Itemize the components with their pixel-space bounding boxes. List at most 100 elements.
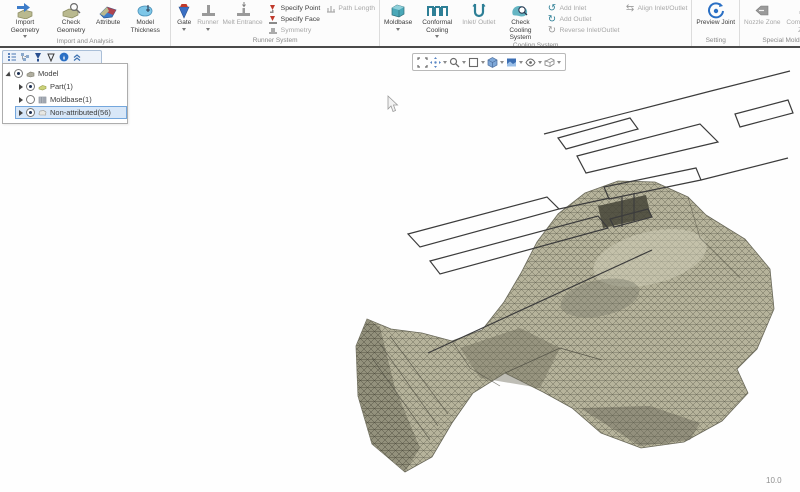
- dropdown-caret[interactable]: [500, 61, 504, 64]
- model-thickness-icon: [135, 2, 155, 19]
- viewport-toolbar: [412, 53, 566, 71]
- visibility-radio[interactable]: [26, 82, 35, 91]
- shading-mode-icon[interactable]: [487, 57, 504, 68]
- group-label-runner-system: Runner System: [171, 37, 379, 46]
- runner-button[interactable]: Runner: [195, 1, 220, 37]
- nozzle-zone-label: Nozzle Zone: [744, 19, 781, 27]
- import-geometry-label: Import Geometry: [4, 19, 46, 34]
- specify-face-icon: [268, 14, 279, 25]
- expander-icon[interactable]: [19, 110, 23, 116]
- tree-row-non-attributed[interactable]: Non-attributed(56): [15, 106, 127, 119]
- visibility-radio[interactable]: [26, 95, 35, 104]
- preview-joint-label: Preview Joint: [696, 19, 735, 27]
- check-geometry-button[interactable]: Check Geometry: [48, 1, 94, 38]
- collapse-panel-icon[interactable]: [70, 52, 83, 63]
- dropdown-caret[interactable]: [435, 35, 439, 38]
- model-thickness-button[interactable]: Model Thickness: [122, 1, 168, 38]
- symmetry-label: Symmetry: [281, 27, 312, 34]
- specify-point-label: Specify Point: [281, 5, 321, 12]
- gate-tree-icon[interactable]: [44, 52, 57, 63]
- model-tree: Model Part(1) Moldbase(1) Non-attributed…: [2, 63, 128, 124]
- layer-tree-icon[interactable]: [18, 52, 31, 63]
- visibility-radio[interactable]: [14, 69, 23, 78]
- align-inlet-outlet-button[interactable]: ⇆ Align Inlet/Outlet: [625, 3, 688, 14]
- attribute-label: Attribute: [96, 19, 120, 27]
- runner-tree-icon[interactable]: [31, 52, 44, 63]
- inlet-outlet-label: Inlet/ Outlet: [462, 19, 495, 27]
- group-label-setting: Setting: [692, 37, 739, 46]
- dropdown-caret[interactable]: [396, 28, 400, 31]
- expander-icon[interactable]: [19, 97, 23, 103]
- dropdown-caret[interactable]: [206, 28, 210, 31]
- tree-row-part[interactable]: Part(1): [15, 80, 127, 93]
- compression-zone-button[interactable]: Compression Zone: [783, 1, 800, 37]
- check-cooling-system-button[interactable]: Check Cooling System: [497, 1, 543, 42]
- align-inlet-outlet-icon: ⇆: [625, 3, 636, 14]
- clipping-plane-icon[interactable]: [468, 57, 485, 68]
- orbit-icon[interactable]: [430, 57, 447, 68]
- dropdown-caret[interactable]: [443, 61, 447, 64]
- import-geometry-button[interactable]: Import Geometry: [2, 1, 48, 38]
- cooling-small-column-2: ⇆ Align Inlet/Outlet: [622, 1, 690, 42]
- group-setting: Preview Joint Setting: [692, 0, 740, 46]
- specify-point-button[interactable]: Specify Point: [268, 3, 321, 14]
- scale-readout: 10.0: [766, 476, 782, 485]
- expander-icon[interactable]: [6, 71, 13, 78]
- reverse-inlet-outlet-label: Reverse Inlet/Outlet: [559, 27, 619, 34]
- tree-row-moldbase[interactable]: Moldbase(1): [15, 93, 127, 106]
- model-thickness-label: Model Thickness: [124, 19, 166, 34]
- tree-row-label: Model: [38, 69, 58, 78]
- tree-panel-tab-bar: [2, 50, 102, 63]
- zoom-icon[interactable]: [449, 57, 466, 68]
- dropdown-caret[interactable]: [557, 61, 561, 64]
- conformal-cooling-button[interactable]: Conformal Cooling: [414, 1, 460, 42]
- expander-icon[interactable]: [19, 84, 23, 90]
- nozzle-zone-button[interactable]: Nozzle Zone: [742, 1, 783, 37]
- group-label-import-and-analysis: Import and Analysis: [0, 38, 170, 47]
- dropdown-caret[interactable]: [481, 61, 485, 64]
- specify-point-icon: [268, 3, 279, 14]
- specify-face-button[interactable]: Specify Face: [268, 14, 321, 25]
- tree-row-model[interactable]: Model: [3, 67, 127, 80]
- path-length-label: Path Length: [338, 5, 375, 12]
- check-geometry-label: Check Geometry: [50, 19, 92, 34]
- bounding-box-icon[interactable]: [544, 57, 561, 68]
- dropdown-caret[interactable]: [538, 61, 542, 64]
- path-length-button[interactable]: Path Length: [325, 3, 375, 14]
- fit-all-icon[interactable]: [417, 57, 428, 68]
- info-icon[interactable]: [57, 52, 70, 63]
- nozzle-zone-icon: [753, 2, 771, 19]
- preview-joint-button[interactable]: Preview Joint: [694, 1, 737, 37]
- runner-small-column-2: Path Length: [322, 1, 377, 37]
- runner-label: Runner: [197, 19, 218, 27]
- moldbase-label: Moldbase: [384, 19, 412, 27]
- render-mode-icon[interactable]: [506, 57, 523, 68]
- inlet-outlet-button[interactable]: Inlet/ Outlet: [460, 1, 497, 42]
- add-inlet-icon: ↺: [546, 3, 557, 14]
- model-tree-panel: Model Part(1) Moldbase(1) Non-attributed…: [2, 50, 128, 124]
- melt-entrance-button[interactable]: Melt Entrance: [221, 1, 265, 37]
- group-label-special-molding: Special Molding: [740, 37, 800, 46]
- dropdown-caret[interactable]: [462, 61, 466, 64]
- model-node-icon: [26, 69, 35, 78]
- moldbase-button[interactable]: Moldbase: [382, 1, 414, 42]
- mouse-cursor: [388, 96, 398, 112]
- check-geometry-icon: [61, 2, 81, 19]
- add-inlet-label: Add Inlet: [559, 5, 586, 12]
- visibility-radio[interactable]: [26, 108, 35, 117]
- gate-button[interactable]: Gate: [173, 1, 195, 37]
- model-tree-icon[interactable]: [5, 52, 18, 63]
- add-outlet-icon: ↻: [546, 14, 557, 25]
- dropdown-caret[interactable]: [182, 28, 186, 31]
- dropdown-caret[interactable]: [519, 61, 523, 64]
- group-import-and-analysis: Import Geometry Check Geometry Attribute: [0, 0, 171, 46]
- symmetry-button[interactable]: Symmetry: [268, 25, 321, 36]
- visibility-icon[interactable]: [525, 57, 542, 68]
- add-inlet-button[interactable]: ↺ Add Inlet: [546, 3, 619, 14]
- check-cooling-label: Check Cooling System: [499, 19, 541, 42]
- attribute-button[interactable]: Attribute: [94, 1, 122, 38]
- reverse-inlet-outlet-button[interactable]: ↻ Reverse Inlet/Outlet: [546, 25, 619, 36]
- add-outlet-button[interactable]: ↻ Add Outlet: [546, 14, 619, 25]
- part-node-icon: [38, 82, 47, 91]
- runner-icon: [199, 2, 217, 19]
